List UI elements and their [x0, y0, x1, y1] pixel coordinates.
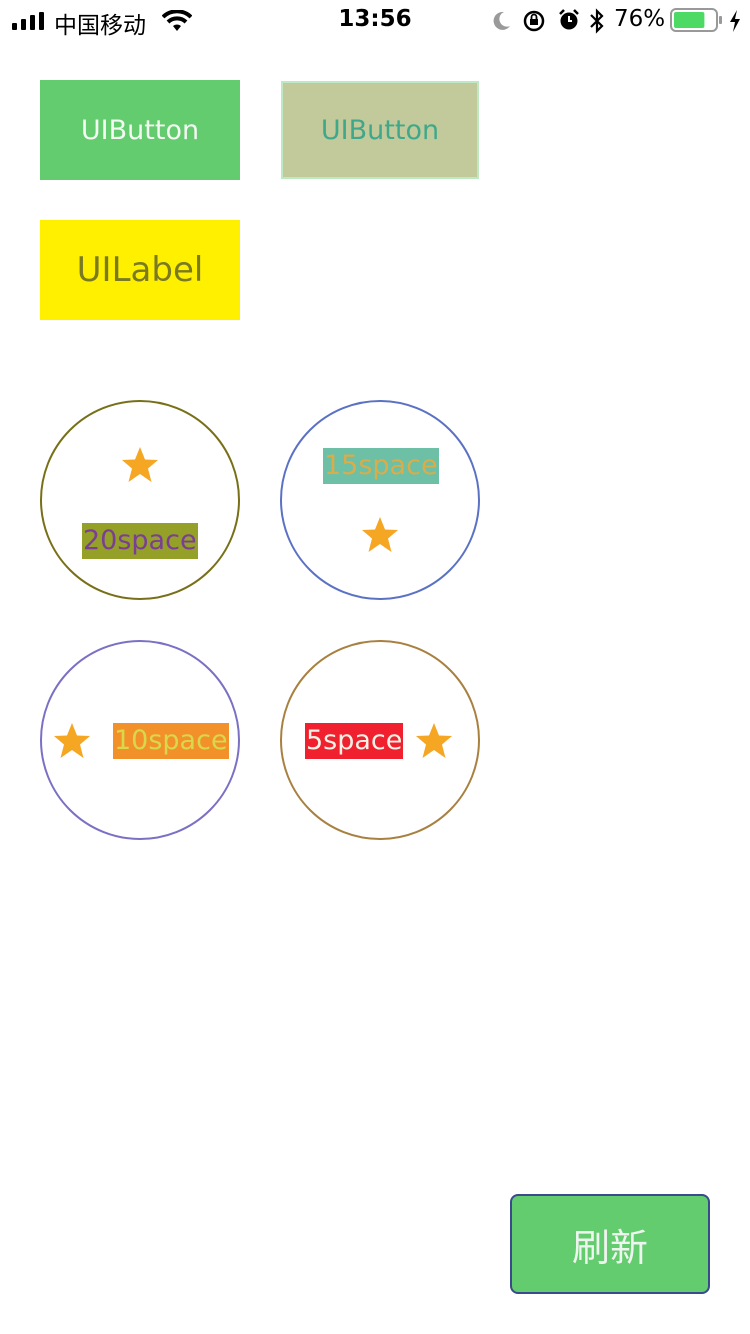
- circle-label-15space: 15space: [323, 448, 439, 484]
- circle-button-5space[interactable]: 5space: [280, 640, 480, 840]
- circle-label-20space: 20space: [82, 523, 198, 559]
- star-icon: [416, 723, 452, 758]
- circle-label-10space: 10space: [113, 723, 229, 759]
- battery-percent: 76%: [614, 6, 666, 32]
- circle-button-20space[interactable]: 20space: [40, 400, 240, 600]
- uibutton-green[interactable]: UIButton: [40, 80, 240, 180]
- circle-label-5space: 5space: [305, 723, 404, 759]
- uibutton-green-label: UIButton: [80, 114, 200, 146]
- battery-icon: [670, 8, 722, 32]
- circle-button-10space[interactable]: 10space: [40, 640, 240, 840]
- uibutton-olive[interactable]: UIButton: [281, 81, 479, 179]
- circle-button-15space[interactable]: 15space: [280, 400, 480, 600]
- refresh-button-label: 刷新: [571, 1225, 648, 1270]
- charging-bolt-icon: [730, 10, 740, 32]
- rotation-lock-icon: [523, 10, 545, 32]
- status-bar: 中国移动 13:56 76%: [0, 0, 750, 40]
- bluetooth-icon: [590, 8, 604, 34]
- uilabel-text: UILabel: [76, 250, 204, 290]
- alarm-icon: [559, 9, 579, 30]
- uibutton-olive-label: UIButton: [320, 114, 440, 146]
- moon-icon: [493, 11, 510, 30]
- star-icon: [54, 723, 90, 758]
- star-icon: [362, 517, 398, 552]
- uilabel: UILabel: [40, 220, 240, 320]
- refresh-button[interactable]: 刷新: [510, 1194, 710, 1294]
- star-icon: [122, 447, 158, 482]
